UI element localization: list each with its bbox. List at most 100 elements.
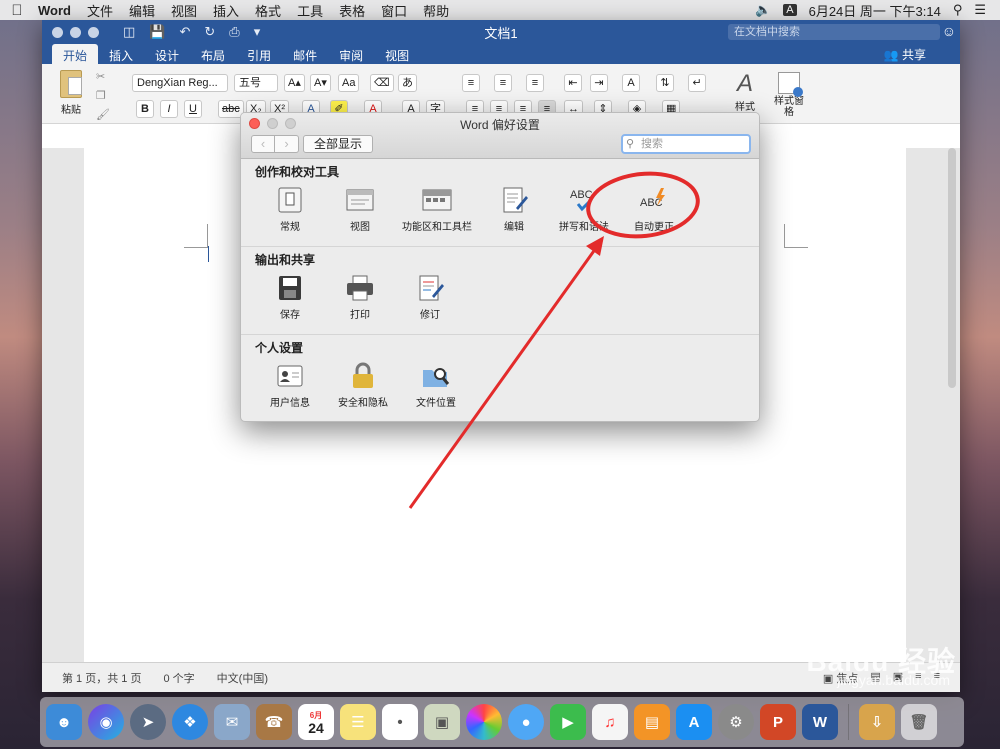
menu-window[interactable]: 窗口 [373,1,415,20]
ibooks-icon[interactable]: ▤ [634,704,670,740]
downloads-icon[interactable]: ⇩ [859,704,895,740]
cut-icon[interactable]: ✂ [96,70,110,83]
save-icon[interactable]: 💾 [149,24,165,40]
trash-icon[interactable]: 🗑 [901,704,937,740]
tab-home[interactable]: 开始 [52,44,99,64]
messages-icon[interactable]: ● [508,704,544,740]
tab-view[interactable]: 视图 [374,44,420,64]
multilevel-list-icon[interactable]: ≡ [526,74,544,92]
document-search-input[interactable]: 在文档中搜索 [728,24,940,40]
volume-icon[interactable]: 🔈 [755,2,771,18]
grow-font-icon[interactable]: A▴ [284,74,305,92]
page-count[interactable]: 第 1 页，共 1 页 [62,670,141,686]
styles-pane-button[interactable]: 样式窗格 [772,72,806,118]
vertical-scrollbar[interactable] [948,148,956,388]
share-button[interactable]: 👥 共享 [884,46,926,63]
pref-user-info[interactable]: 用户信息 [255,362,325,409]
feedback-smiley-icon[interactable]: ☺ [942,23,956,39]
window-minimize-button[interactable] [70,26,81,38]
shrink-font-icon[interactable]: A▾ [310,74,331,92]
finder-icon[interactable]: ☻ [46,704,82,740]
calendar-icon[interactable]: 6月 24 [298,704,334,740]
font-name-select[interactable]: DengXian Reg... [132,74,228,92]
tab-design[interactable]: 设计 [144,44,190,64]
word-app-icon[interactable]: W [802,704,838,740]
change-case-icon[interactable]: Aa [338,74,360,92]
menu-edit[interactable]: 编辑 [121,1,163,20]
mail-icon[interactable]: ✉ [214,704,250,740]
menu-help[interactable]: 帮助 [415,1,457,20]
launchpad-icon[interactable]: ➤ [130,704,166,740]
pref-save[interactable]: 保存 [255,274,325,321]
notification-center-icon[interactable]: ☰ [974,2,986,18]
underline-icon[interactable]: U [184,100,202,118]
tab-layout[interactable]: 布局 [190,44,236,64]
forward-chevron-icon[interactable]: › [275,135,299,153]
menu-table[interactable]: 表格 [331,1,373,20]
pref-ribbon-toolbar[interactable]: 功能区和工具栏 [395,186,479,233]
safari-icon[interactable]: ❖ [172,704,208,740]
italic-icon[interactable]: I [160,100,178,118]
contacts-icon[interactable]: ☎ [256,704,292,740]
undo-icon[interactable]: ↶ [179,24,190,40]
word-count[interactable]: 0 个字 [163,670,194,686]
asian-layout-icon[interactable]: A [622,74,640,92]
language-indicator[interactable]: 中文(中国) [217,670,268,686]
menu-format[interactable]: 格式 [247,1,289,20]
print-icon[interactable]: ⎙ [229,24,239,40]
pref-edit[interactable]: 编辑 [479,186,549,233]
pref-view[interactable]: 视图 [325,186,395,233]
styles-button[interactable]: A 样式 [728,70,762,113]
copy-icon[interactable]: ❐ [96,89,110,102]
window-close-button[interactable] [52,26,63,38]
paste-button[interactable]: 粘贴 [54,70,88,116]
pref-track-changes[interactable]: 修订 [395,274,465,321]
section-title: 创作和校对工具 [255,165,340,179]
pref-print[interactable]: 打印 [325,274,395,321]
sort-icon[interactable]: ⇅ [656,74,674,92]
tab-mailings[interactable]: 邮件 [282,44,328,64]
facetime-icon[interactable]: ▶ [550,704,586,740]
itunes-icon[interactable]: ♫ [592,704,628,740]
sidebar-toggle-icon[interactable]: ◫ [123,24,135,40]
photos-icon[interactable] [466,704,502,740]
clear-formatting-icon[interactable]: ⌫ [370,74,394,92]
siri-icon[interactable]: ◉ [88,704,124,740]
reminders-icon[interactable]: • [382,704,418,740]
tab-references[interactable]: 引用 [236,44,282,64]
customize-toolbar-icon[interactable]: ▾ [254,24,261,40]
menu-view[interactable]: 视图 [163,1,205,20]
apple-menu-icon[interactable]:  [0,2,34,19]
system-preferences-icon[interactable]: ⚙ [718,704,754,740]
menu-file[interactable]: 文件 [79,1,121,20]
menu-app-name[interactable]: Word [34,3,79,18]
notes-icon[interactable]: ☰ [340,704,376,740]
bold-icon[interactable]: B [136,100,154,118]
pref-security-privacy[interactable]: 安全和隐私 [325,362,401,409]
tab-review[interactable]: 审阅 [328,44,374,64]
phonetic-guide-icon[interactable]: あ [398,74,417,92]
menu-insert[interactable]: 插入 [205,1,247,20]
show-marks-icon[interactable]: ↵ [688,74,706,92]
preferences-search-input[interactable]: ⚲ 搜索 [621,134,751,154]
menu-tools[interactable]: 工具 [289,1,331,20]
clock[interactable]: 6月24日 周一 下午3:14 [809,1,941,20]
format-painter-icon[interactable]: 🖌 [96,108,110,121]
redo-icon[interactable]: ↻ [204,24,215,40]
font-size-select[interactable]: 五号 [234,74,278,92]
window-zoom-button[interactable] [88,26,99,38]
app-store-icon[interactable]: A [676,704,712,740]
preview-icon[interactable]: ▣ [424,704,460,740]
pref-file-locations[interactable]: 文件位置 [401,362,471,409]
pref-general[interactable]: 常规 [255,186,325,233]
decrease-indent-icon[interactable]: ⇤ [564,74,582,92]
bullets-icon[interactable]: ≡ [462,74,480,92]
show-all-button[interactable]: 全部显示 [303,135,374,153]
spotlight-search-icon[interactable]: ⚲ [953,2,963,18]
back-chevron-icon[interactable]: ‹ [251,135,275,153]
input-method-indicator[interactable]: A [783,4,797,16]
tab-insert[interactable]: 插入 [98,44,144,64]
increase-indent-icon[interactable]: ⇥ [590,74,608,92]
numbering-icon[interactable]: ≡ [494,74,512,92]
powerpoint-icon[interactable]: P [760,704,796,740]
